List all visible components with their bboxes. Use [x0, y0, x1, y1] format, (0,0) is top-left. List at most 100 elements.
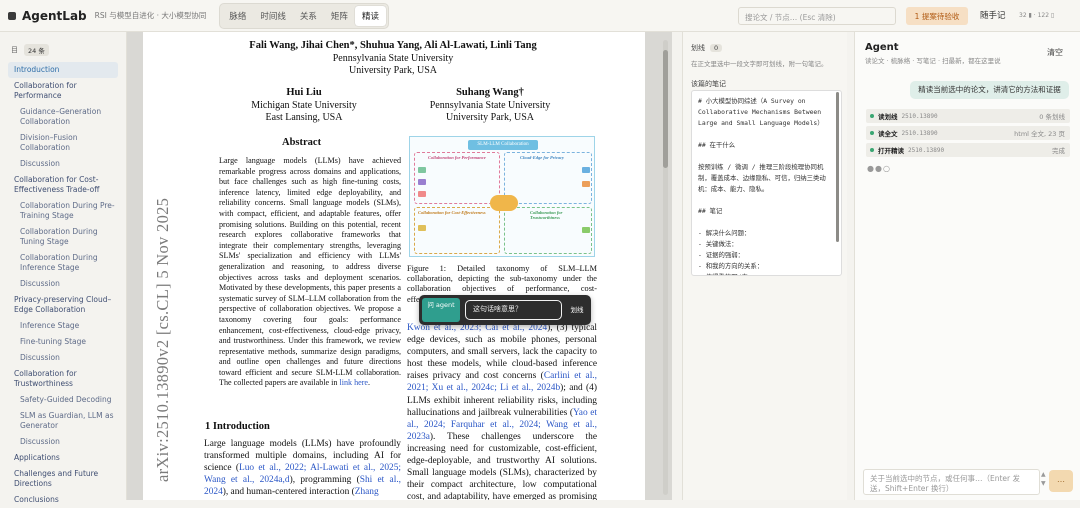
- abstract-title: Abstract: [282, 137, 322, 148]
- figure-icon: [418, 191, 426, 197]
- pdf-scrollbar-thumb[interactable]: [663, 50, 668, 168]
- pdf-viewer[interactable]: Fali Wang, Jihai Chen*, Shuhua Yang, Ali…: [127, 32, 672, 500]
- tool-result: html 全文, 23 页: [1014, 130, 1065, 138]
- outline-item[interactable]: Collaboration During Pre-Training Stage: [0, 198, 126, 224]
- body-text: ). These challenges underscore the incre…: [407, 431, 597, 500]
- status-dot-icon: [870, 148, 874, 152]
- taxonomy-figure: SLM-LLM Collaboration Collaboration for …: [409, 136, 595, 257]
- highlights-count-badge: 0: [710, 44, 723, 52]
- tool-call-row[interactable]: 读全文 2510.13890 html 全文, 23 页: [866, 126, 1070, 140]
- affiliation: Pennsylvania State University University…: [143, 53, 643, 77]
- tool-result: 完成: [1052, 147, 1065, 155]
- section-heading: 1 Introduction: [205, 421, 270, 432]
- authors-line: Fali Wang, Jihai Chen*, Shuhua Yang, Ali…: [249, 40, 537, 51]
- paper-notes-editor[interactable]: # 小大模型协同综述（A Survey on Collaborative Mec…: [691, 90, 842, 276]
- status-dot-icon: [870, 131, 874, 135]
- outline-item[interactable]: Discussion: [0, 156, 126, 172]
- tool-name: 读全文: [878, 130, 898, 138]
- logo-icon: [8, 11, 16, 20]
- tool-name: 读划线: [878, 113, 898, 121]
- outline-item[interactable]: Collaboration During Tuning Stage: [0, 224, 126, 250]
- author-affiliation: Pennsylvania State University University…: [405, 100, 575, 124]
- outline-item[interactable]: Introduction: [8, 62, 118, 78]
- pdf-scrollbar[interactable]: [663, 40, 668, 495]
- tab-matrix[interactable]: 矩阵: [324, 6, 355, 26]
- tab-timeline[interactable]: 时间线: [253, 6, 293, 26]
- tool-result: 0 条划线: [1039, 113, 1065, 121]
- outline-item[interactable]: Discussion: [0, 434, 126, 450]
- app-subtitle: RSI 与模型自进化 · 大小模型协同: [94, 11, 207, 20]
- tool-name: 打开精读: [878, 147, 904, 155]
- outline-item[interactable]: Privacy-preserving Cloud–Edge Collaborat…: [0, 292, 126, 318]
- outline-item[interactable]: Guidance–Generation Collaboration: [0, 104, 126, 130]
- status-dot-icon: [870, 114, 874, 118]
- app-logo: AgentLab RSI 与模型自进化 · 大小模型协同: [8, 9, 206, 23]
- outline-item[interactable]: Challenges and Future Directions: [0, 466, 126, 492]
- pdf-page[interactable]: Fali Wang, Jihai Chen*, Shuhua Yang, Ali…: [143, 32, 645, 500]
- selection-toolbar: 问 agent 这句话啥意思？ 划线: [419, 295, 591, 325]
- outline-item[interactable]: Inference Stage: [0, 318, 126, 334]
- outline-label: 目: [11, 46, 18, 54]
- outline-item[interactable]: Safety-Guided Decoding: [0, 392, 126, 408]
- tab-context[interactable]: 脉络: [222, 6, 253, 26]
- intro-body: ), and human-centered interaction (: [222, 487, 355, 498]
- outline-item[interactable]: Collaboration for Trustworthiness: [0, 366, 126, 392]
- right-column-text[interactable]: Kwon et al., 2023; Cai et al., 2024), (3…: [407, 322, 597, 500]
- outline-item[interactable]: Applications: [0, 450, 126, 466]
- figure-icon: [582, 167, 590, 173]
- abstract-body: Large language models (LLMs) have achiev…: [219, 156, 401, 388]
- top-bar: AgentLab RSI 与模型自进化 · 大小模型协同 脉络 时间线 关系 矩…: [0, 0, 1080, 32]
- quick-notes-button[interactable]: 随手记: [980, 7, 1006, 25]
- affiliation-line: Pennsylvania State University: [429, 100, 551, 111]
- outline-item[interactable]: Collaboration for Performance: [0, 78, 126, 104]
- intro-text[interactable]: Large language models (LLMs) have profou…: [204, 438, 401, 498]
- ask-agent-button[interactable]: 问 agent: [422, 298, 460, 322]
- outline-item[interactable]: Collaboration During Inference Stage: [0, 250, 126, 276]
- agent-panel: Agent 读论文 · 梳脉络 · 写笔记 · 扫最新，都在这里说 清空 精读当…: [854, 32, 1080, 500]
- abstract-link[interactable]: link here: [339, 378, 368, 387]
- figure-label: Collaboration for Trustworthiness: [530, 210, 563, 220]
- tool-call-row[interactable]: 读划线 2510.13890 0 条划线: [866, 109, 1070, 123]
- figure-icon: [418, 167, 426, 173]
- abstract-text[interactable]: Large language models (LLMs) have achiev…: [219, 156, 401, 389]
- outline-item[interactable]: Collaboration for Cost-Effectiveness Tra…: [0, 172, 126, 198]
- highlight-button[interactable]: 划线: [570, 306, 584, 315]
- view-tabs: 脉络 时间线 关系 矩阵 精读: [219, 2, 389, 29]
- affiliation-line: University Park, USA: [348, 65, 438, 76]
- input-resize-icon[interactable]: ▲ ▼: [1041, 470, 1046, 488]
- outline-item[interactable]: Discussion: [0, 350, 126, 366]
- affiliation-line: University Park, USA: [445, 112, 535, 123]
- tool-arg: 2510.13890: [908, 146, 945, 154]
- figure-icon: [582, 181, 590, 187]
- author-name: Hui Liu: [286, 87, 322, 98]
- notes-panel: 划线 0 在正文里选中一段文字即可划线，附一句笔记。 该篇的笔记 # 小大模型协…: [682, 32, 847, 500]
- tool-arg: 2510.13890: [901, 112, 938, 120]
- outline-header: 目 24 条: [0, 32, 126, 56]
- citation-link[interactable]: Zhang: [355, 487, 379, 497]
- clear-button[interactable]: 清空: [1047, 47, 1063, 58]
- tab-close-reading[interactable]: 精读: [354, 5, 386, 26]
- author-name: Suhang Wang†: [456, 87, 524, 98]
- outline-item[interactable]: SLM as Guardian, LLM as Generator: [0, 408, 126, 434]
- outline-item[interactable]: Discussion: [0, 276, 126, 292]
- outline-item[interactable]: Division–Fusion Collaboration: [0, 130, 126, 156]
- affiliation-line: Michigan State University: [251, 100, 357, 111]
- agent-subtitle: 读论文 · 梳脉络 · 写笔记 · 扫最新，都在这里说: [865, 57, 1001, 65]
- tab-relations[interactable]: 关系: [293, 6, 324, 26]
- agent-title: Agent: [865, 42, 899, 53]
- search-input[interactable]: 搜论文 / 节点… (Esc 清除): [738, 7, 896, 25]
- notes-scrollbar[interactable]: [836, 92, 839, 242]
- agent-message-input[interactable]: 关于当前选中的节点，或任何事…（Enter 发送，Shift+Enter 换行）: [863, 469, 1040, 495]
- figure-title: SLM-LLM Collaboration: [468, 140, 538, 150]
- typing-indicator: ●●○: [867, 164, 891, 173]
- send-button[interactable]: …: [1049, 470, 1073, 492]
- highlights-header: 划线 0: [691, 43, 723, 53]
- figure-icon: [418, 179, 426, 185]
- app-title: AgentLab: [22, 8, 87, 23]
- selection-question-input[interactable]: 这句话啥意思？: [465, 300, 562, 320]
- outline-item[interactable]: Fine-tuning Stage: [0, 334, 126, 350]
- proposal-pending-button[interactable]: 1 提案待验收: [906, 7, 968, 25]
- outline-item[interactable]: Conclusions: [0, 492, 126, 508]
- counter-readout: 32 ▮ · 122 ▯: [1019, 12, 1055, 19]
- tool-call-row[interactable]: 打开精读 2510.13890 完成: [866, 143, 1070, 157]
